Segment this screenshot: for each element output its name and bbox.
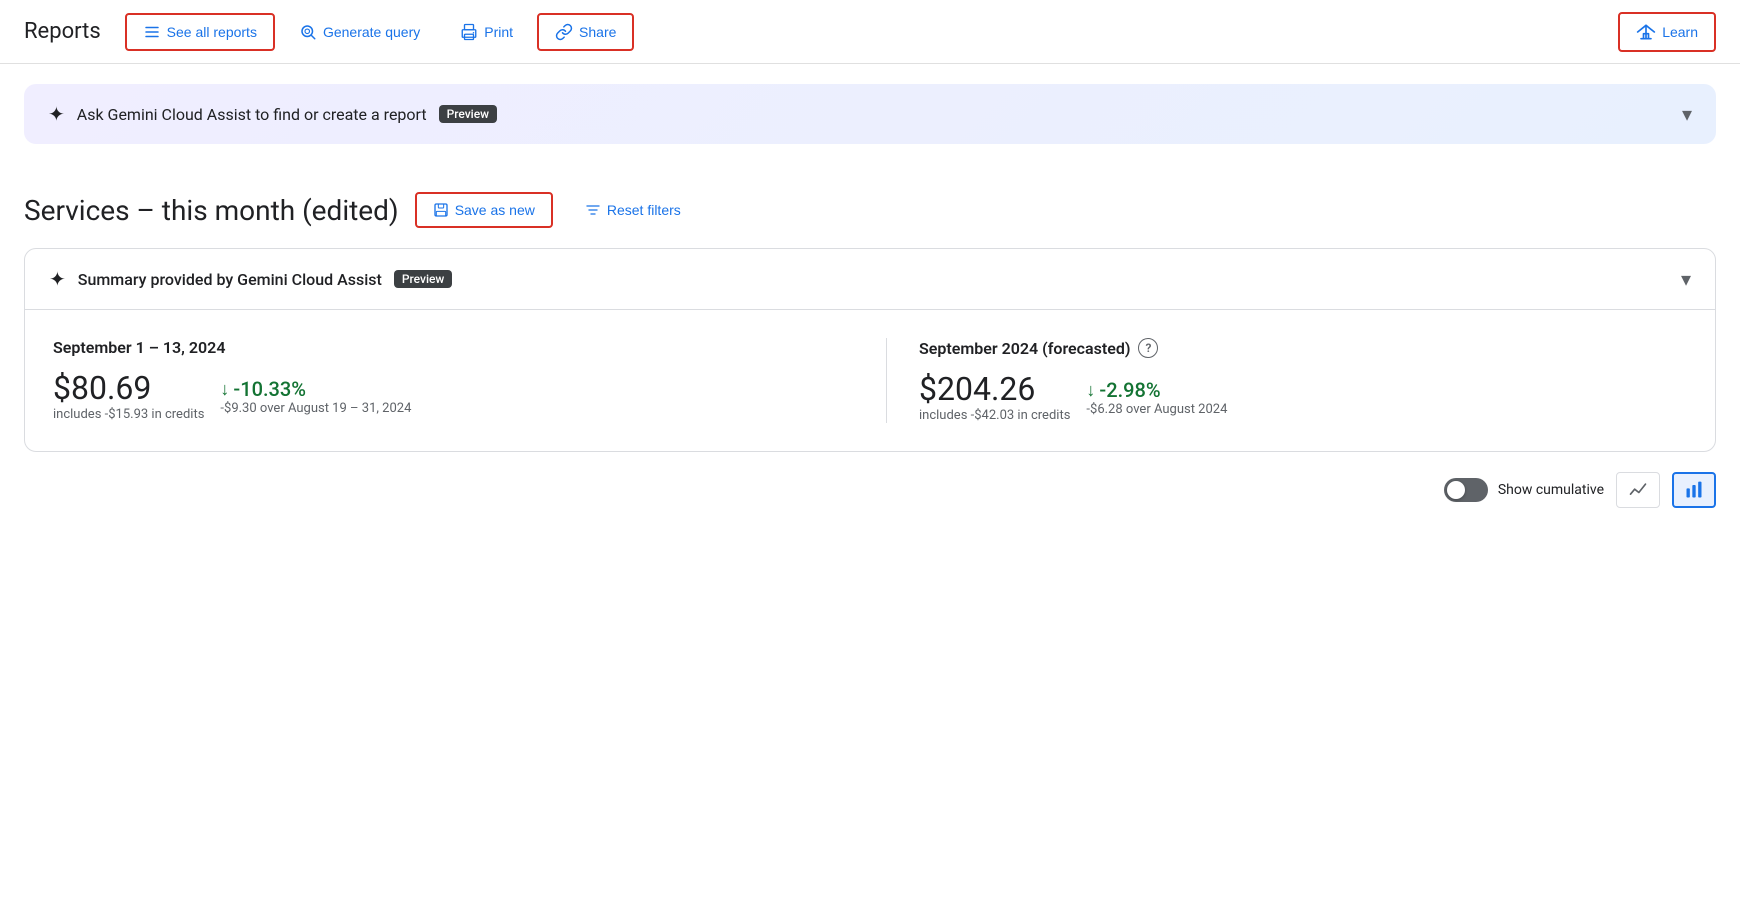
gemini-banner-content: ✦ Ask Gemini Cloud Assist to find or cre…	[48, 102, 497, 126]
left-change-block: ↓ -10.33% -$9.30 over August 19 – 31, 20…	[220, 377, 411, 416]
right-change-block: ↓ -2.98% -$6.28 over August 2024	[1086, 378, 1227, 417]
right-amount-block: $204.26 includes -$42.03 in credits	[919, 370, 1070, 423]
learn-button[interactable]: Learn	[1618, 12, 1716, 52]
right-change-pct: ↓ -2.98%	[1086, 378, 1227, 402]
summary-header-content: ✦ Summary provided by Gemini Cloud Assis…	[49, 267, 452, 291]
toggle-thumb	[1447, 481, 1465, 499]
save-as-new-button[interactable]: Save as new	[415, 192, 553, 228]
query-icon	[299, 23, 317, 41]
print-icon	[460, 23, 478, 41]
show-cumulative-label: Show cumulative	[1498, 482, 1604, 498]
report-title: Services – this month (edited)	[24, 194, 399, 227]
down-arrow-icon-left: ↓	[220, 379, 229, 400]
share-icon	[555, 23, 573, 41]
summary-left-col: September 1 – 13, 2024 $80.69 includes -…	[53, 338, 854, 423]
summary-chevron-icon: ▾	[1681, 267, 1691, 291]
left-credits: includes -$15.93 in credits	[53, 407, 204, 422]
chevron-down-icon: ▾	[1682, 102, 1692, 126]
summary-card-header[interactable]: ✦ Summary provided by Gemini Cloud Assis…	[25, 249, 1715, 310]
right-change-desc: -$6.28 over August 2024	[1086, 402, 1227, 417]
cumulative-toggle[interactable]	[1444, 478, 1488, 502]
line-chart-icon	[1628, 480, 1648, 500]
filter-icon	[585, 202, 601, 218]
list-icon	[143, 23, 161, 41]
save-icon	[433, 202, 449, 218]
left-change-desc: -$9.30 over August 19 – 31, 2024	[220, 401, 411, 416]
right-period: September 2024 (forecasted) ?	[919, 338, 1687, 358]
bar-chart-icon	[1684, 480, 1704, 500]
right-credits: includes -$42.03 in credits	[919, 408, 1070, 423]
summary-preview-badge: Preview	[394, 270, 453, 288]
page-title-section: Services – this month (edited) Save as n…	[0, 164, 1740, 248]
gemini-banner-text: Ask Gemini Cloud Assist to find or creat…	[77, 105, 427, 124]
left-period: September 1 – 13, 2024	[53, 338, 854, 357]
right-amount: $204.26	[919, 370, 1070, 408]
sparkle-icon: ✦	[48, 102, 65, 126]
share-button[interactable]: Share	[537, 13, 634, 51]
header: Reports See all reports Generate query P…	[0, 0, 1740, 64]
generate-query-button[interactable]: Generate query	[283, 15, 436, 49]
gemini-preview-badge: Preview	[439, 105, 498, 123]
reset-filters-button[interactable]: Reset filters	[569, 194, 697, 226]
line-chart-button[interactable]	[1616, 472, 1660, 508]
help-icon[interactable]: ?	[1138, 338, 1158, 358]
gemini-banner[interactable]: ✦ Ask Gemini Cloud Assist to find or cre…	[24, 84, 1716, 144]
left-amount-block: $80.69 includes -$15.93 in credits	[53, 369, 204, 422]
summary-right-col: September 2024 (forecasted) ? $204.26 in…	[886, 338, 1687, 423]
summary-card: ✦ Summary provided by Gemini Cloud Assis…	[24, 248, 1716, 452]
summary-body: September 1 – 13, 2024 $80.69 includes -…	[25, 310, 1715, 451]
sparkle-icon-summary: ✦	[49, 267, 66, 291]
show-cumulative-control: Show cumulative	[1444, 478, 1604, 502]
summary-title: Summary provided by Gemini Cloud Assist	[78, 270, 382, 289]
bar-chart-button[interactable]	[1672, 472, 1716, 508]
left-change-pct: ↓ -10.33%	[220, 377, 411, 401]
bottom-toolbar: Show cumulative	[0, 452, 1740, 528]
page-title: Reports	[24, 19, 101, 44]
print-button[interactable]: Print	[444, 15, 529, 49]
down-arrow-icon-right: ↓	[1086, 380, 1095, 401]
left-amount: $80.69	[53, 369, 204, 407]
see-all-reports-button[interactable]: See all reports	[125, 13, 275, 51]
learn-icon	[1636, 22, 1656, 42]
